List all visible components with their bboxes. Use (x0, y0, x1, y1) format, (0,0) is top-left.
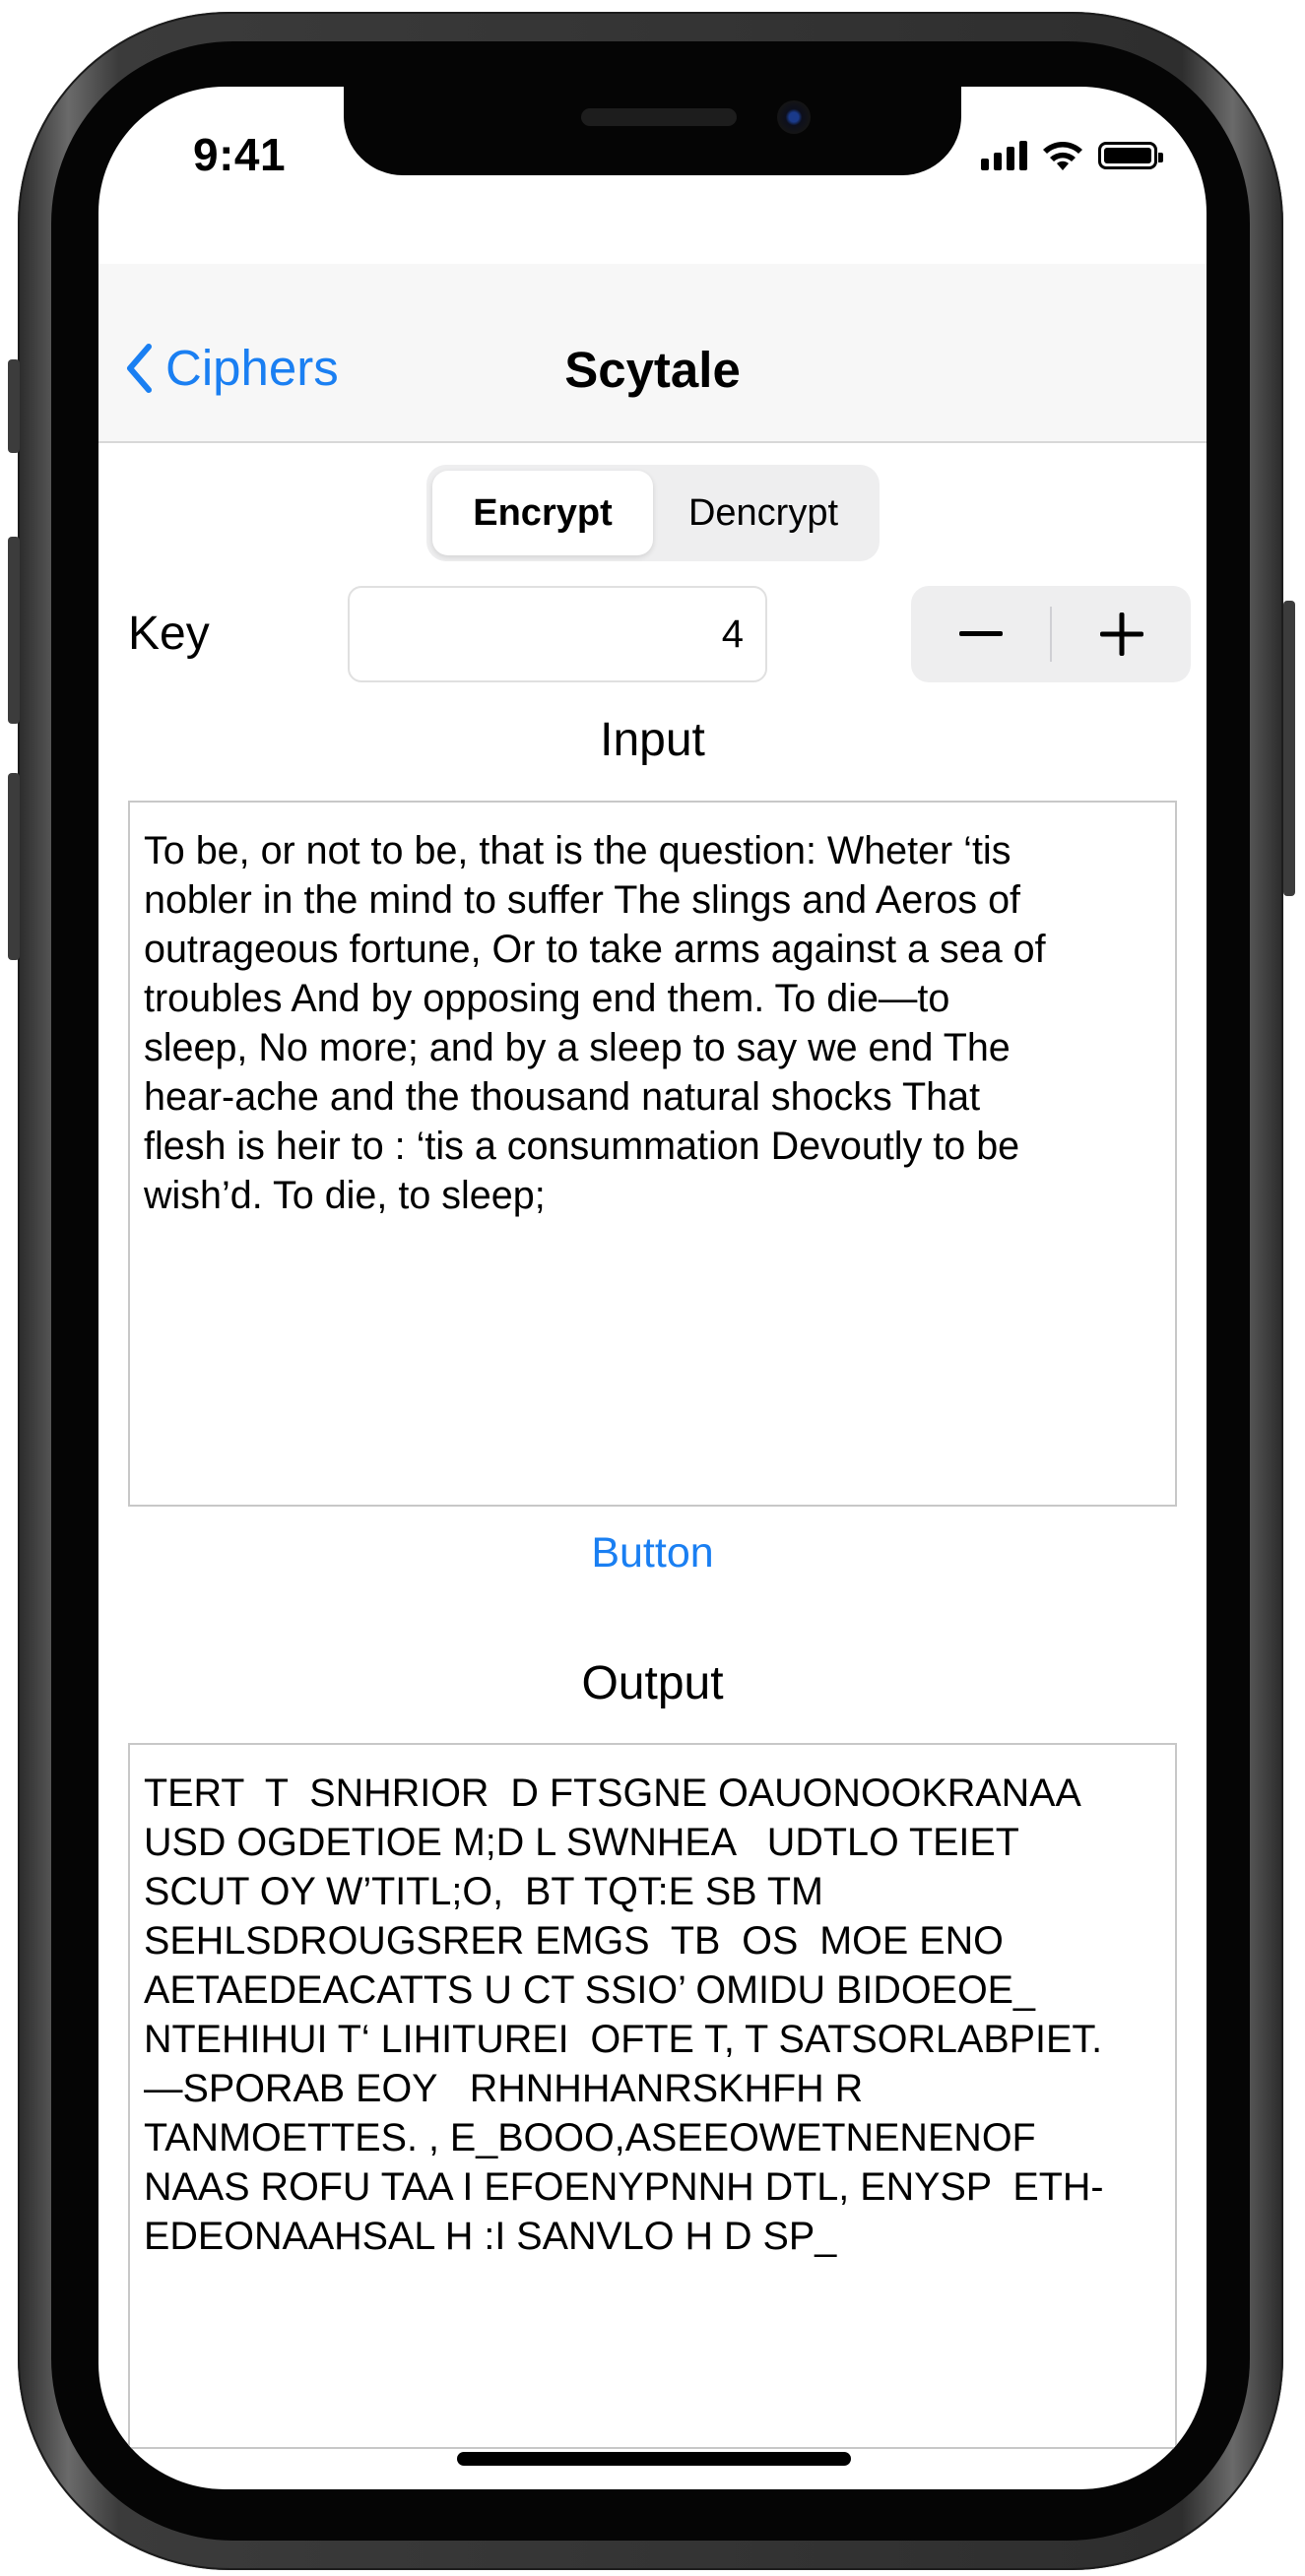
segment-dencrypt[interactable]: Dencrypt (653, 471, 874, 555)
page-title: Scytale (564, 342, 741, 398)
device-side-button-volume-up (8, 537, 20, 724)
device-side-button-silent (8, 359, 20, 453)
input-label: Input (600, 714, 705, 766)
increment-button[interactable] (1052, 586, 1191, 682)
plus-icon (1099, 612, 1143, 656)
notch (344, 87, 961, 175)
device-side-button-power (1283, 601, 1295, 896)
mode-segmented-control: Encrypt Dencrypt (426, 465, 880, 561)
segment-encrypt[interactable]: Encrypt (432, 471, 653, 555)
speaker-grille (581, 108, 737, 126)
cellular-signal-icon (981, 141, 1027, 170)
action-button[interactable]: Button (98, 1529, 1207, 1578)
key-label: Key (128, 608, 210, 660)
navigation-bar: Ciphers Scytale (98, 264, 1207, 443)
wifi-icon (1043, 142, 1082, 170)
home-indicator[interactable] (457, 2452, 851, 2466)
device-side-button-volume-down (8, 773, 20, 960)
output-label: Output (581, 1657, 724, 1709)
input-text-area[interactable]: To be, or not to be, that is the questio… (128, 801, 1177, 1507)
minus-icon (958, 631, 1003, 636)
decrement-button[interactable] (911, 586, 1050, 682)
key-stepper (911, 586, 1191, 682)
status-icons (981, 138, 1163, 173)
front-camera (777, 100, 811, 134)
app-screen: 9:41 Ciphers Scytale Encrypt Dencrypt Ke… (98, 87, 1207, 2489)
output-text-area[interactable]: TERT T SNHRIOR D FTSGNE OAUONOOKRANAA US… (128, 1743, 1177, 2449)
status-time: 9:41 (193, 129, 287, 180)
battery-icon (1098, 142, 1163, 169)
key-field[interactable]: 4 (348, 586, 767, 682)
